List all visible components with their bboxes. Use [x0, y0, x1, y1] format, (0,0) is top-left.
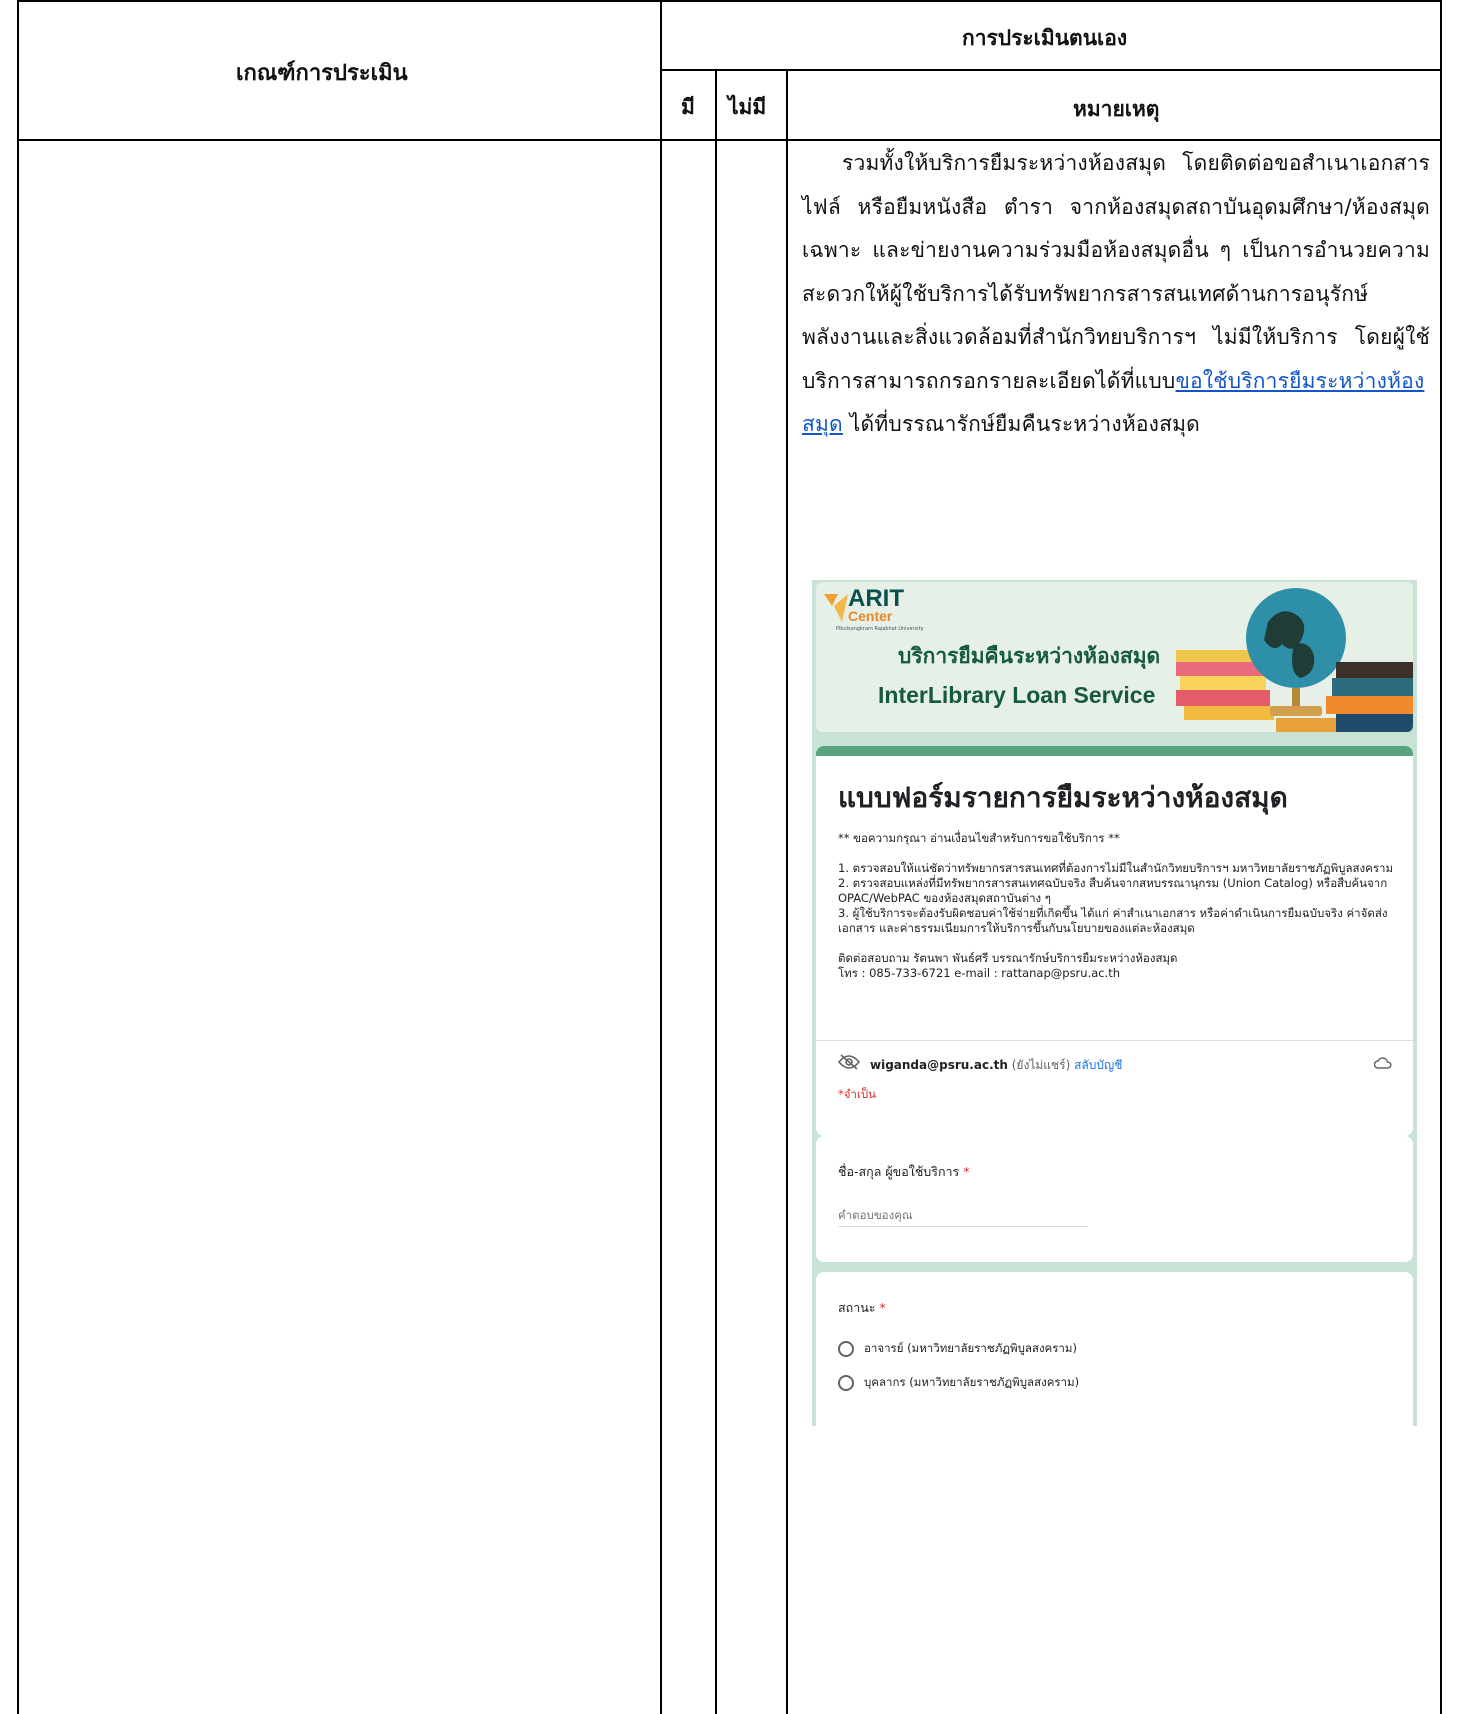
- form-title: แบบฟอร์มรายการยืมระหว่างห้องสมุด: [838, 781, 1288, 814]
- question-name-label: ชื่อ-สกุล ผู้ขอใช้บริการ *: [838, 1164, 970, 1179]
- status-option-lecturer[interactable]: อาจารย์ (มหาวิทยาลัยราชภัฏพิบูลสงคราม): [838, 1340, 1077, 1358]
- header-not-have: ไม่มี: [728, 95, 767, 119]
- account-email: wiganda@psru.ac.th: [870, 1058, 1008, 1072]
- form-description: ** ขอความกรุณา อ่านเงื่อนไขสำหรับการขอใช…: [838, 831, 1394, 980]
- globe-books-illustration: [1176, 588, 1413, 732]
- logo-subtitle: Center: [848, 608, 893, 624]
- question-status-card: สถานะ * อาจารย์ (มหาวิทยาลัยราชภัฏพิบูลส…: [816, 1272, 1413, 1426]
- table-border-top: [17, 0, 1442, 2]
- table-sub-header-line: [660, 69, 1442, 71]
- table-col-divider-3: [786, 70, 788, 1714]
- logo-university: Pibulsongkram Rajabhat University: [836, 626, 924, 632]
- header-self-assessment: การประเมินตนเอง: [962, 26, 1128, 50]
- question-name-card: ชื่อ-สกุล ผู้ขอใช้บริการ *: [816, 1136, 1413, 1262]
- radio-icon[interactable]: [838, 1374, 854, 1391]
- account-share-note: (ยังไม่แชร์): [1011, 1058, 1071, 1072]
- status-option-staff[interactable]: บุคลากร (มหาวิทยาลัยราชภัฏพิบูลสงคราม): [838, 1374, 1079, 1392]
- table-col-divider-2: [715, 70, 717, 1714]
- form-header-card: แบบฟอร์มรายการยืมระหว่างห้องสมุด ** ขอคว…: [816, 746, 1413, 1136]
- remark-text-after: ได้ที่บรรณารักษ์ยืมคืนระหว่างห้องสมุด: [842, 412, 1201, 436]
- table-border-left: [17, 0, 19, 1714]
- logo-title: ARIT: [848, 585, 904, 612]
- question-status-label: สถานะ *: [838, 1300, 886, 1315]
- form-banner: ARIT Center Pibulsongkram Rajabhat Unive…: [816, 582, 1413, 732]
- name-input[interactable]: [838, 1206, 1088, 1227]
- form-divider: [816, 1040, 1413, 1041]
- account-row: wiganda@psru.ac.th (ยังไม่แชร์) สลับบัญช…: [870, 1056, 1122, 1075]
- header-have: มี: [681, 95, 695, 119]
- cloud-icon: [1374, 1057, 1392, 1069]
- remark-paragraph: รวมทั้งให้บริการยืมระหว่างห้องสมุด โดยติ…: [802, 142, 1430, 447]
- table-border-right: [1440, 0, 1442, 1714]
- radio-icon[interactable]: [838, 1340, 854, 1357]
- switch-account-link[interactable]: สลับบัญชี: [1074, 1058, 1122, 1072]
- banner-english-title: InterLibrary Loan Service: [878, 682, 1156, 708]
- form-screenshot: ARIT Center Pibulsongkram Rajabhat Unive…: [812, 580, 1417, 1426]
- header-criteria: เกณฑ์การประเมิน: [236, 61, 408, 86]
- table-header-bottom: [17, 139, 1442, 141]
- header-remark: หมายเหตุ: [1073, 97, 1160, 121]
- banner-thai-title: บริการยืมคืนระหว่างห้องสมุด: [898, 644, 1161, 668]
- remark-text-before: รวมทั้งให้บริการยืมระหว่างห้องสมุด โดยติ…: [802, 151, 1430, 393]
- eye-off-icon: [838, 1054, 860, 1070]
- required-note: *จำเป็น: [838, 1087, 877, 1101]
- table-col-divider-1: [660, 0, 662, 1714]
